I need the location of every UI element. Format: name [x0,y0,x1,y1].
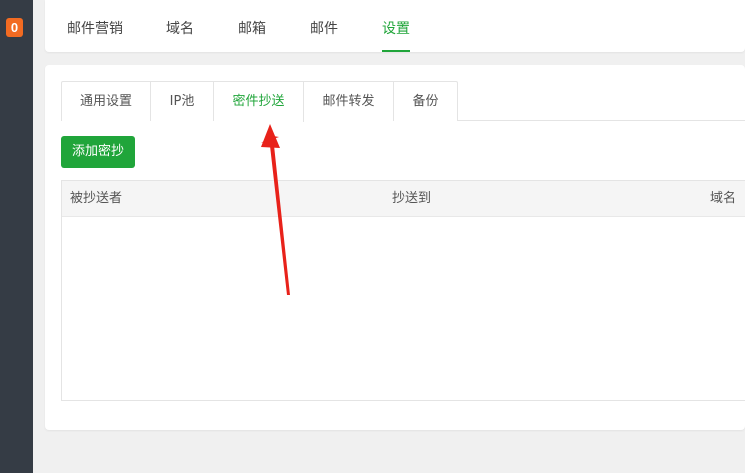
table-header: 被抄送者 抄送到 域名 [62,181,745,217]
tab-settings[interactable]: 设置 [382,18,410,52]
settings-sub-tabs: 通用设置 IP池 密件抄送 邮件转发 备份 [61,81,745,122]
tab-domain[interactable]: 域名 [166,18,194,52]
column-header-copy-to: 抄送到 [392,191,432,206]
sub-tab-bcc[interactable]: 密件抄送 [214,81,304,122]
sidebar: 0 [0,0,33,473]
notification-badge[interactable]: 0 [6,18,23,37]
column-header-domain: 域名 [710,191,737,206]
column-header-recipient: 被抄送者 [70,191,123,206]
bcc-table: 被抄送者 抄送到 域名 [61,180,745,401]
sub-tab-mail-forwarding[interactable]: 邮件转发 [304,81,394,121]
tab-email-marketing[interactable]: 邮件营销 [67,18,123,52]
settings-panel: 通用设置 IP池 密件抄送 邮件转发 备份 添加密抄 被抄送者 抄送到 域名 [45,65,745,430]
sub-tab-backup[interactable]: 备份 [394,81,458,121]
sub-tab-general-settings[interactable]: 通用设置 [61,81,151,121]
sub-tab-ip-pool[interactable]: IP池 [151,81,214,121]
add-bcc-button[interactable]: 添加密抄 [61,136,135,168]
top-nav-tabs: 邮件营销 域名 邮箱 邮件 设置 [45,0,745,52]
tab-mail[interactable]: 邮件 [310,18,338,52]
tab-mailbox[interactable]: 邮箱 [238,18,266,52]
